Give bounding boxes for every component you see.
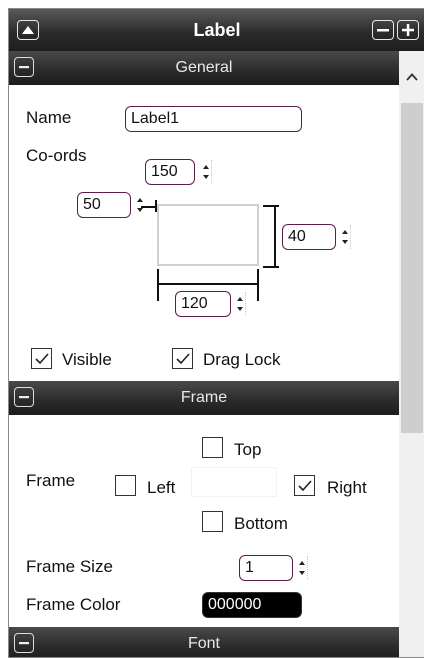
plus-icon [402, 24, 414, 36]
chevron-up-icon [406, 73, 418, 81]
visible-label: Visible [62, 350, 112, 369]
minus-icon [19, 395, 29, 398]
frame-right-checkbox[interactable] [294, 475, 315, 496]
scrollbar-thumb[interactable] [401, 103, 423, 433]
triangle-up-icon [22, 26, 34, 34]
section-title-font: Font [187, 635, 220, 652]
minus-icon [19, 641, 29, 644]
checkmark-icon [176, 353, 190, 365]
collapse-general-button[interactable] [14, 57, 34, 77]
frame-label: Frame [26, 471, 76, 490]
spinner-arrows-icon [342, 230, 348, 244]
x-coord-stepper[interactable] [133, 193, 147, 217]
spinner-arrows-icon [137, 198, 143, 212]
collapse-frame-button[interactable] [14, 387, 34, 407]
scroll-up-button[interactable] [399, 51, 424, 103]
y-coord-input[interactable]: 150 [145, 159, 195, 185]
title-bar: Label [9, 9, 424, 51]
frame-size-input[interactable]: 1 [239, 555, 293, 581]
x-coord-input[interactable]: 50 [77, 192, 131, 218]
checkmark-icon [35, 353, 49, 365]
minus-icon [377, 28, 389, 31]
y-coord-stepper[interactable] [199, 160, 213, 184]
frame-bottom-checkbox[interactable] [202, 511, 223, 532]
height-dimension-bottom [263, 266, 279, 268]
coords-label: Co-ords [26, 146, 87, 165]
frame-bottom-label: Bottom [234, 514, 288, 533]
height-input[interactable]: 40 [282, 224, 336, 250]
frame-left-checkbox[interactable] [115, 475, 136, 496]
minus-icon [19, 65, 29, 68]
collapse-font-button[interactable] [14, 633, 34, 653]
label-properties-panel: Label General Name Label1 Co-ords 150 50… [8, 8, 424, 658]
add-button[interactable] [397, 20, 419, 40]
width-dimension-line [157, 283, 258, 285]
name-input[interactable]: Label1 [125, 106, 302, 132]
height-dimension-top [263, 205, 279, 207]
frame-top-checkbox[interactable] [202, 437, 223, 458]
width-input[interactable]: 120 [175, 291, 231, 317]
spinner-arrows-icon [237, 297, 243, 311]
x-dimension-line [141, 206, 155, 208]
frame-preview [191, 467, 277, 497]
height-dimension-line [274, 205, 276, 267]
section-header-frame[interactable]: Frame [9, 381, 399, 415]
frame-size-stepper[interactable] [295, 556, 309, 580]
width-dimension-left [157, 269, 159, 301]
visible-checkbox[interactable] [31, 348, 52, 369]
section-title-general: General [175, 59, 233, 76]
frame-color-input[interactable]: 000000 [202, 592, 302, 618]
section-header-general[interactable]: General [9, 51, 399, 85]
frame-left-label: Left [147, 478, 176, 497]
height-stepper[interactable] [338, 225, 352, 249]
spinner-arrows-icon [299, 561, 305, 575]
drag-lock-label: Drag Lock [203, 350, 281, 369]
frame-size-label: Frame Size [26, 557, 113, 576]
collapse-panel-button[interactable] [17, 20, 39, 40]
label-preview-box [157, 204, 259, 266]
spinner-arrows-icon [203, 165, 209, 179]
width-dimension-right [257, 269, 259, 301]
section-title-frame: Frame [180, 389, 228, 406]
name-label: Name [26, 108, 72, 127]
width-stepper[interactable] [233, 292, 247, 316]
frame-right-label: Right [327, 478, 367, 497]
minimize-button[interactable] [372, 20, 394, 40]
drag-lock-checkbox[interactable] [172, 348, 193, 369]
frame-color-label: Frame Color [26, 595, 121, 614]
frame-top-label: Top [234, 440, 262, 459]
panel-title: Label [193, 20, 241, 40]
section-header-font[interactable]: Font [9, 627, 399, 657]
checkmark-icon [298, 480, 312, 492]
